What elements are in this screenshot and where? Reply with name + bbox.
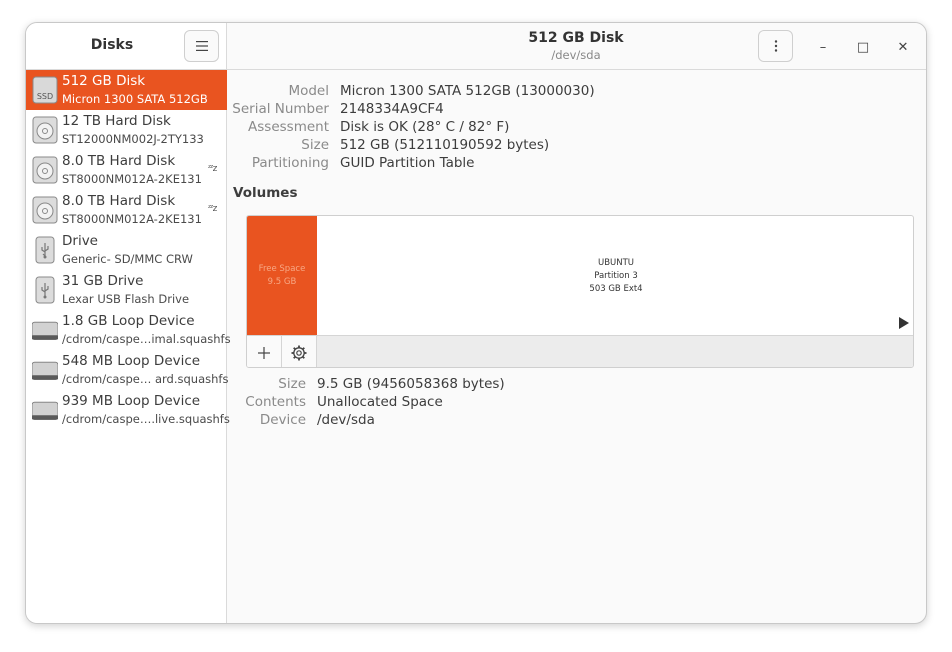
- plus-icon: [258, 346, 270, 359]
- volumes-heading: Volumes: [233, 185, 298, 201]
- free-space-segment[interactable]: Free Space 9.5 GB: [247, 216, 317, 335]
- disk-name: 548 MB Loop Device: [62, 353, 201, 369]
- volume-contents-value: Unallocated Space: [317, 394, 443, 410]
- close-icon: ✕: [897, 39, 909, 55]
- maximize-button[interactable]: □: [853, 37, 873, 57]
- partition-settings-button[interactable]: [282, 336, 317, 367]
- loop-device-icon: [32, 361, 58, 380]
- disk-item[interactable]: 8.0 TB Hard Disk ST8000NM012A-2KE131 ᶻᶻz: [26, 150, 227, 190]
- hard-disk-icon: [32, 116, 58, 144]
- usb-drive-icon: [35, 236, 55, 264]
- disk-name: 939 MB Loop Device: [62, 393, 201, 409]
- free-space-label: Free Space: [258, 264, 306, 274]
- disk-item[interactable]: 939 MB Loop Device /cdrom/caspe….live.sq…: [26, 390, 230, 430]
- hamburger-menu-button[interactable]: [184, 30, 219, 62]
- disk-name: Drive: [62, 233, 98, 249]
- disk-model: Generic- SD/MMC CRW: [62, 252, 193, 266]
- model-value: Micron 1300 SATA 512GB (13000030): [340, 83, 595, 99]
- close-button[interactable]: ✕: [893, 37, 913, 57]
- free-space-size: 9.5 GB: [267, 277, 297, 287]
- disk-name: 1.8 GB Loop Device: [62, 313, 195, 329]
- volume-size-value: 9.5 GB (9456058368 bytes): [317, 376, 505, 392]
- disk-name: 31 GB Drive: [62, 273, 144, 289]
- sleep-icon: ᶻᶻz: [208, 164, 217, 174]
- disk-path: /cdrom/caspe… ard.squashfs: [62, 372, 229, 386]
- disk-item[interactable]: Drive Generic- SD/MMC CRW: [26, 230, 227, 270]
- hard-disk-icon: [32, 156, 58, 184]
- play-icon[interactable]: [899, 317, 909, 329]
- disk-model: ST12000NM002J-2TY133: [62, 132, 204, 146]
- disk-item[interactable]: 548 MB Loop Device /cdrom/caspe… ard.squ…: [26, 350, 229, 390]
- loop-device-icon: [32, 321, 58, 340]
- hard-disk-icon: [32, 196, 58, 224]
- sidebar-title: Disks: [90, 37, 134, 53]
- volume-contents-label: Contents: [245, 394, 306, 410]
- minimize-button[interactable]: –: [813, 37, 833, 57]
- disk-item[interactable]: 1.8 GB Loop Device /cdrom/caspe…imal.squ…: [26, 310, 231, 350]
- disk-path: /cdrom/caspe….live.squashfs: [62, 412, 230, 426]
- usb-drive-icon: [35, 276, 55, 304]
- disk-name: 8.0 TB Hard Disk: [62, 193, 176, 209]
- size-label: Size: [301, 137, 329, 153]
- disk-name: 12 TB Hard Disk: [62, 113, 171, 129]
- ssd-icon: SSD: [32, 76, 58, 104]
- volume-device-value: /dev/sda: [317, 412, 375, 428]
- minimize-icon: –: [819, 39, 827, 55]
- loop-device-icon: [32, 401, 58, 420]
- disk-menu-button[interactable]: [758, 30, 793, 62]
- size-value: 512 GB (512110190592 bytes): [340, 137, 550, 153]
- serial-label: Serial Number: [232, 101, 329, 117]
- gear-icon: [291, 345, 307, 360]
- ubuntu-partition-segment[interactable]: UBUNTU Partition 3 503 GB Ext4: [317, 216, 913, 335]
- assessment-value: Disk is OK (28° C / 82° F): [340, 119, 510, 135]
- partition-number: Partition 3: [594, 271, 638, 281]
- add-partition-button[interactable]: [247, 336, 282, 367]
- disk-model: ST8000NM012A-2KE131: [62, 212, 202, 226]
- volumes-graph: Free Space 9.5 GB UBUNTU Partition 3 503…: [246, 215, 914, 368]
- disk-model: ST8000NM012A-2KE131: [62, 172, 202, 186]
- disk-list: SSD 512 GB Disk Micron 1300 SATA 512GB 1…: [26, 70, 231, 430]
- header-bar: 512 GB Disk /dev/sda – □ ✕: [227, 23, 926, 70]
- partition-name: UBUNTU: [597, 258, 635, 268]
- disk-item[interactable]: 8.0 TB Hard Disk ST8000NM012A-2KE131 ᶻᶻz: [26, 190, 227, 230]
- serial-value: 2148334A9CF4: [340, 101, 444, 117]
- maximize-icon: □: [856, 39, 870, 55]
- kebab-menu-icon: [774, 40, 777, 52]
- volume-toolbar: [247, 335, 913, 367]
- model-label: Model: [288, 83, 329, 99]
- disk-item[interactable]: 12 TB Hard Disk ST12000NM002J-2TY133: [26, 110, 227, 150]
- volume-device-label: Device: [259, 412, 306, 428]
- svg-text:SSD: SSD: [37, 92, 53, 101]
- sleep-icon: ᶻᶻz: [208, 204, 217, 214]
- volume-size-label: Size: [278, 376, 306, 392]
- partitioning-value: GUID Partition Table: [340, 155, 475, 171]
- partition-size-fs: 503 GB Ext4: [589, 284, 643, 294]
- sidebar-header: Disks: [26, 23, 227, 70]
- hamburger-menu-icon: [195, 41, 208, 51]
- disk-path: /cdrom/caspe…imal.squashfs: [62, 332, 231, 346]
- disk-item[interactable]: 31 GB Drive Lexar USB Flash Drive: [26, 270, 227, 310]
- sidebar: Disks SSD 512 GB Disk Micron 1300 SATA 5…: [26, 23, 231, 623]
- disks-window: Disks SSD 512 GB Disk Micron 1300 SATA 5…: [25, 22, 927, 624]
- disk-name: 512 GB Disk: [62, 73, 146, 89]
- partitioning-label: Partitioning: [251, 155, 329, 171]
- disk-name: 8.0 TB Hard Disk: [62, 153, 176, 169]
- disk-item[interactable]: SSD 512 GB Disk Micron 1300 SATA 512GB: [26, 70, 227, 110]
- disk-model: Micron 1300 SATA 512GB: [62, 92, 208, 106]
- disk-model: Lexar USB Flash Drive: [62, 292, 190, 306]
- assessment-label: Assessment: [248, 119, 329, 135]
